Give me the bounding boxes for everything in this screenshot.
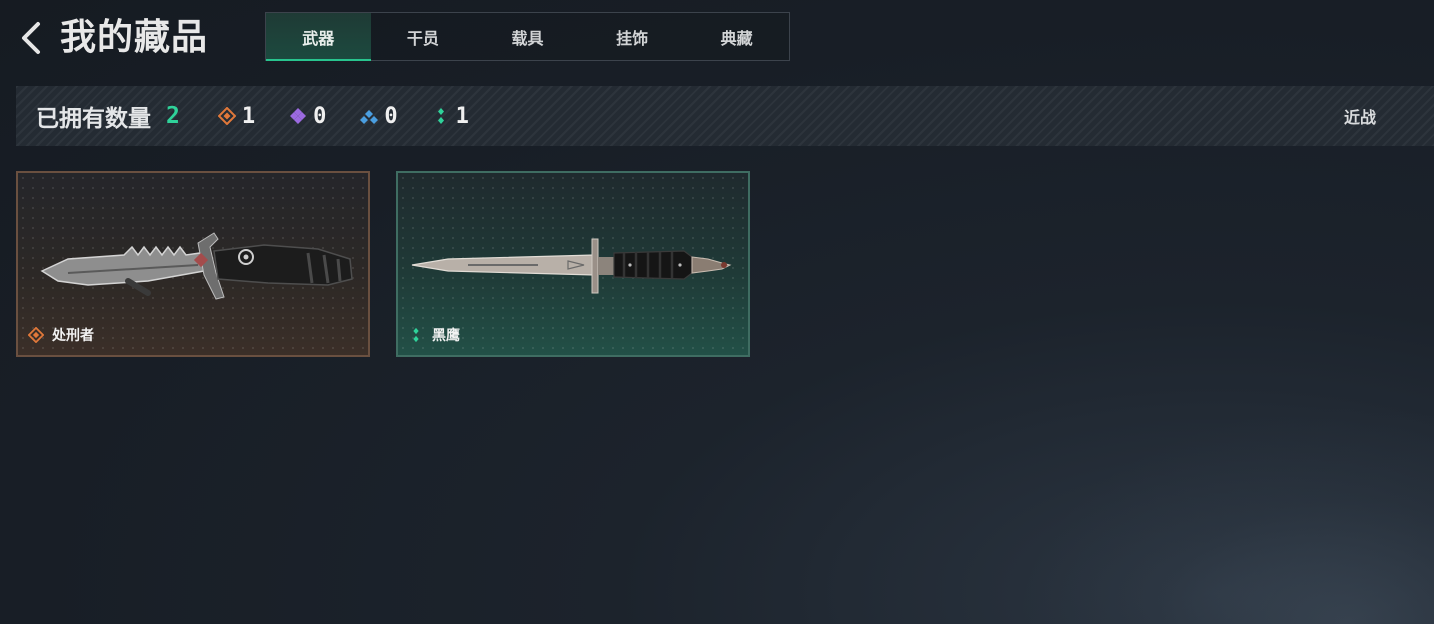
melee-filter[interactable]: 近战	[1344, 86, 1376, 146]
tab-weapons[interactable]: 武器	[266, 13, 371, 61]
ownership-summary-bar: 已拥有数量 2 1 0 0 1 近战	[16, 86, 1434, 146]
green-diamond-icon	[437, 108, 444, 124]
page-title: 我的藏品	[60, 17, 209, 58]
rarity-count-value: 0	[313, 103, 327, 129]
collection-item-card[interactable]: 黑鹰	[396, 171, 750, 357]
bayonet-knife-image	[411, 238, 732, 294]
purple-diamond-icon	[290, 108, 307, 124]
item-name: 处刑者	[28, 325, 94, 345]
rarity-count-purple: 0	[289, 104, 326, 129]
owned-count-label: 已拥有数量	[36, 106, 151, 132]
blue-diamond-icon	[360, 110, 379, 124]
item-name: 黑鹰	[408, 325, 460, 345]
orange-diamond-icon	[217, 107, 236, 125]
rarity-count-green: 1	[432, 104, 469, 129]
rarity-count-blue: 0	[360, 103, 398, 129]
item-name-text: 黑鹰	[432, 328, 460, 344]
rarity-count-value: 1	[241, 103, 256, 129]
rarity-count-orange: 1	[217, 103, 256, 129]
tab-charms[interactable]: 挂饰	[580, 13, 685, 60]
orange-diamond-icon	[28, 327, 44, 343]
owned-total-count: 2	[166, 103, 180, 129]
tab-vehicles[interactable]: 载具	[475, 13, 580, 60]
tab-operators[interactable]: 干员	[371, 13, 476, 60]
background-smoke	[1014, 404, 1434, 624]
rarity-count-value: 1	[455, 103, 469, 129]
tab-collection[interactable]: 典藏	[684, 13, 789, 60]
category-tabs: 武器 干员 载具 挂饰 典藏	[265, 12, 790, 61]
collection-item-card[interactable]: 处刑者	[16, 171, 370, 357]
chevron-left-icon	[22, 22, 40, 54]
item-name-text: 处刑者	[52, 328, 94, 344]
tactical-knife-image	[40, 232, 353, 300]
back-button[interactable]	[18, 20, 46, 56]
green-diamond-icon	[413, 327, 419, 343]
rarity-count-value: 0	[384, 103, 398, 129]
